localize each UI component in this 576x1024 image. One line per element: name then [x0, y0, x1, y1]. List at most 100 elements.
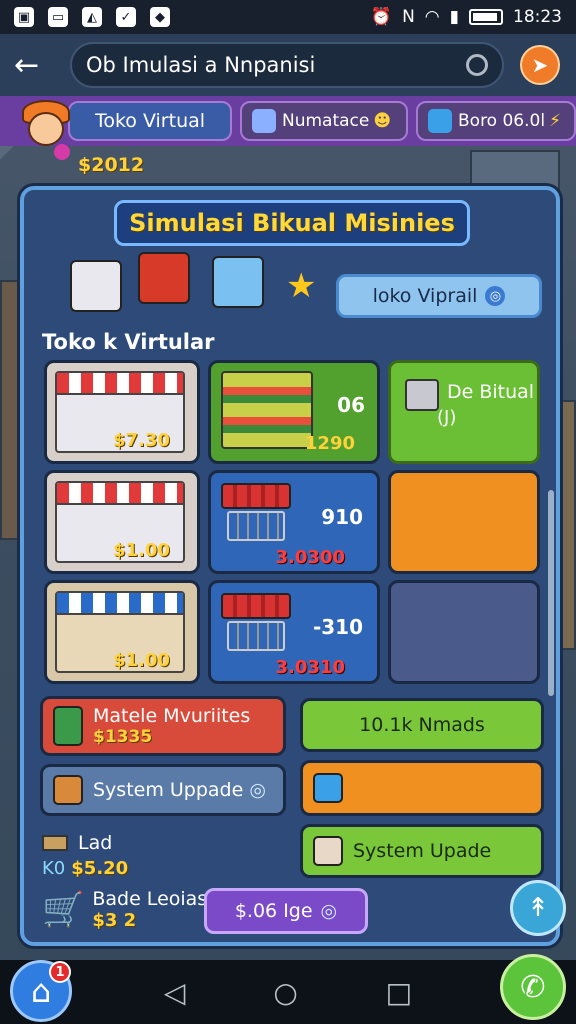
system-update-button[interactable]: System Uppade ◎ — [40, 764, 286, 816]
package-icon — [313, 836, 343, 866]
section-label: Toko k Virtular — [42, 330, 215, 354]
alarm-icon: ⏰ — [370, 7, 393, 27]
recents-nav-icon[interactable]: □ — [386, 976, 412, 1009]
store-card[interactable]: $1.00 — [44, 470, 200, 574]
search-circle-icon[interactable] — [466, 54, 488, 76]
top-bar: ← Ob Imulasi a Nnpanisi ➤ — [0, 34, 576, 96]
tab-boro[interactable]: Boro 06.0l ⚡ — [416, 101, 576, 141]
button-label: Matele Mvuriites — [93, 705, 251, 727]
item-price: $3 2 — [92, 910, 137, 931]
button-label: System Upade — [353, 840, 492, 862]
tab-numatace[interactable]: Numatace ☻ — [240, 101, 408, 141]
button-label: loko Viprail — [372, 285, 478, 307]
card-sub: (J) — [437, 407, 457, 428]
wifi-icon: ◠ — [424, 7, 440, 27]
cart-card[interactable]: 910 3.0300 — [208, 470, 380, 574]
goods-card[interactable]: 06 1290 — [208, 360, 380, 464]
tab-toko-virtual[interactable]: Toko Virtual — [68, 101, 232, 141]
panel-title: Simulasi Bikual Misinies — [114, 200, 470, 246]
tab-label: Toko Virtual — [94, 110, 206, 132]
avatar[interactable] — [18, 98, 74, 160]
app-notification-icon: ▣ — [14, 7, 34, 27]
button-label: $.06 Ige — [234, 900, 313, 922]
star-icon: ★ — [286, 266, 317, 306]
status-bar: ▣ ▭ ◭ ✓ ◆ ⏰ N ◠ ▮ 18:23 — [0, 0, 576, 34]
card-value: 3.0300 — [275, 547, 345, 568]
battery-icon — [469, 9, 503, 25]
money-balance: $2012 — [78, 154, 145, 176]
bucket-icon — [313, 773, 343, 803]
card-price: $1.00 — [113, 650, 170, 671]
back-nav-icon[interactable]: ◁ — [164, 976, 186, 1009]
card-count: 06 — [337, 393, 365, 417]
image-icon: ◭ — [82, 7, 102, 27]
tab-label: Boro 06.0l — [458, 111, 546, 131]
action-arrow-button[interactable]: ➤ — [520, 45, 560, 85]
item-label: Lad — [78, 832, 113, 854]
shelf-icon[interactable] — [138, 252, 190, 304]
item-label: Bade Leoias — [92, 888, 208, 910]
box-icon — [428, 109, 452, 133]
notification-badge: 1 — [49, 961, 71, 983]
button-label: 10.1k Nmads — [359, 714, 485, 736]
card-label: De Bitual — [447, 381, 535, 403]
button-label: System Uppade — [93, 779, 244, 801]
clock: 18:23 — [513, 7, 562, 27]
lad-item[interactable]: Lad K0 $5.20 — [42, 832, 128, 879]
ige-button[interactable]: $.06 Ige ◎ — [204, 888, 368, 934]
signal-icon: ▮ — [449, 7, 459, 27]
search-input[interactable]: Ob Imulasi a Nnpanisi — [70, 42, 504, 88]
empty-card[interactable] — [388, 580, 540, 684]
de-bitual-card[interactable]: De Bitual (J) — [388, 360, 540, 464]
wood-icon — [42, 835, 68, 851]
button-price: $1335 — [93, 727, 153, 747]
scrollbar[interactable] — [548, 490, 554, 696]
materials-button[interactable]: Matele Mvuriites $1335 — [40, 696, 286, 756]
orange-card[interactable] — [388, 470, 540, 574]
card-price: $1.00 — [113, 540, 170, 561]
phone-button[interactable]: ✆ — [500, 954, 566, 1020]
virtual-store-button[interactable]: loko Viprail ◎ — [336, 274, 542, 318]
emoji-icon: ☻ — [373, 111, 392, 131]
system-update-button-2[interactable]: System Upade — [300, 824, 544, 878]
main-panel: Simulasi Bikual Misinies ★ loko Viprail … — [20, 186, 560, 946]
search-text: Ob Imulasi a Nnpanisi — [86, 53, 316, 77]
box-icon — [53, 775, 83, 805]
globe-icon: ◎ — [320, 900, 338, 922]
tab-label: Numatace — [282, 111, 370, 131]
card-count: 910 — [321, 505, 363, 529]
store-card[interactable]: $7.30 — [44, 360, 200, 464]
android-nav-bar: ◁ ○ □ — [0, 960, 576, 1024]
item-prefix: K0 — [42, 858, 66, 879]
globe-icon: ◎ — [249, 779, 266, 801]
shield-icon: ◆ — [150, 7, 170, 27]
orange-action-button[interactable] — [300, 760, 544, 816]
phone-icon: ✆ — [520, 969, 546, 1005]
crate-icon — [53, 706, 83, 746]
back-arrow-icon[interactable]: ← — [14, 48, 54, 83]
nfc-icon: N — [402, 7, 415, 27]
floating-action-button[interactable]: ↟ — [510, 880, 566, 936]
appliance-icon[interactable] — [70, 260, 122, 312]
card-count: -310 — [312, 615, 363, 639]
home-nav-icon[interactable]: ○ — [273, 976, 297, 1009]
cart-icon: 🛒 — [42, 889, 85, 930]
device-icon — [405, 379, 439, 411]
card-value: 1290 — [304, 433, 355, 454]
card-price: $7.30 — [113, 430, 170, 451]
bolt-icon: ⚡ — [549, 111, 561, 131]
globe-icon: ◎ — [485, 286, 506, 306]
home-button[interactable]: ⌂ 1 — [10, 960, 72, 1022]
building-icon[interactable] — [212, 256, 264, 308]
check-icon: ✓ — [116, 7, 136, 27]
card-value: 3.0310 — [275, 657, 345, 678]
nmads-button[interactable]: 10.1k Nmads — [300, 698, 544, 752]
store-icon — [252, 109, 276, 133]
store-card[interactable]: $1.00 — [44, 580, 200, 684]
house-icon: ⌂ — [30, 972, 52, 1010]
cart-card[interactable]: -310 3.0310 — [208, 580, 380, 684]
message-icon: ▭ — [48, 7, 68, 27]
tab-strip: Toko Virtual Numatace ☻ Boro 06.0l ⚡ — [0, 96, 576, 146]
bade-item[interactable]: 🛒 Bade Leoias $3 2 — [42, 888, 207, 931]
item-price: $5.20 — [71, 858, 129, 879]
